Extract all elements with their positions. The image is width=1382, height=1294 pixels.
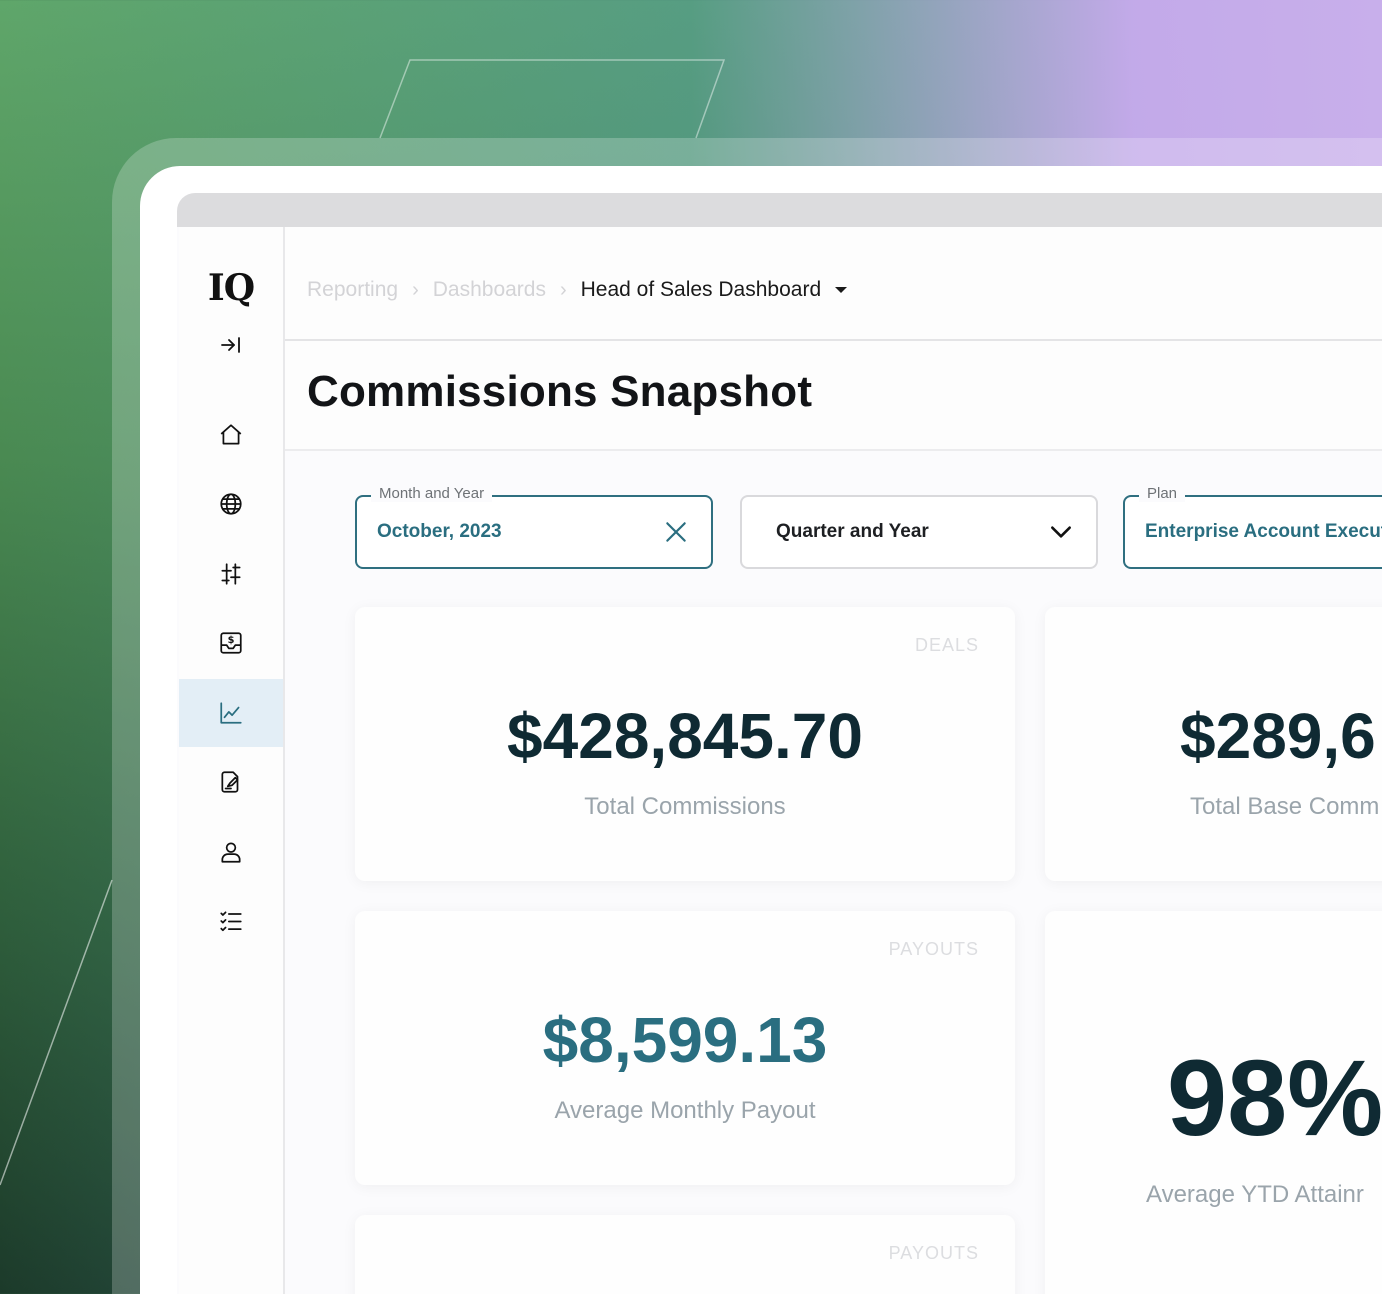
payouts-card: PAYOUTS	[355, 1215, 1015, 1294]
home-icon	[220, 424, 242, 445]
month-year-filter[interactable]: Month and Year October, 2023	[355, 485, 713, 569]
card-tag: PAYOUTS	[888, 939, 979, 959]
page-header: Commissions Snapshot	[285, 341, 1382, 451]
user-icon	[221, 842, 241, 863]
quarter-year-placeholder: Quarter and Year	[776, 521, 929, 542]
total-commissions-label: Total Commissions	[584, 793, 786, 820]
month-year-filter-label: Month and Year	[371, 485, 493, 502]
app-logo[interactable]: IQ	[179, 267, 283, 309]
sidebar-item-tasks[interactable]	[179, 887, 283, 955]
sidebar-item-people[interactable]	[179, 818, 283, 886]
average-ytd-attainment-card: 98% Average YTD Attainr	[1045, 911, 1382, 1294]
plan-filter-value: Enterprise Account Executi	[1145, 521, 1382, 542]
sidebar-item-adjust[interactable]	[179, 540, 283, 608]
app-window: IQ $ Reporting › Dashboards › Head of Sa…	[177, 193, 1382, 1294]
average-monthly-payout-value: $8,599.13	[542, 1004, 828, 1076]
total-commissions-value: $428,845.70	[507, 700, 863, 772]
card-tag: DEALS	[914, 635, 979, 655]
sidebar-item-home[interactable]	[179, 401, 283, 469]
breadcrumb-item-dashboards[interactable]: Dashboards	[433, 278, 546, 302]
total-base-commissions-card: $289,6 Total Base Comm	[1045, 607, 1382, 881]
average-ytd-attainment-label: Average YTD Attainr	[1146, 1181, 1364, 1208]
sidebar-item-payments[interactable]: $	[179, 609, 283, 677]
window-title-bar	[177, 193, 1382, 227]
sidebar: IQ $	[179, 227, 285, 1294]
average-monthly-payout-card: PAYOUTS $8,599.13 Average Monthly Payout	[355, 911, 1015, 1185]
quarter-year-select[interactable]: Quarter and Year	[740, 495, 1098, 569]
plan-filter[interactable]: Plan Enterprise Account Executi	[1123, 485, 1382, 569]
close-icon[interactable]	[663, 519, 689, 545]
average-ytd-attainment-value: 98%	[1167, 1037, 1382, 1158]
breadcrumb: Reporting › Dashboards › Head of Sales D…	[307, 278, 848, 302]
sidebar-item-globe[interactable]	[179, 470, 283, 538]
total-base-commissions-value: $289,6	[1180, 700, 1376, 772]
checklist-icon	[220, 911, 242, 932]
breadcrumb-item-reporting[interactable]: Reporting	[307, 278, 398, 302]
total-base-commissions-label: Total Base Comm	[1190, 793, 1380, 820]
edit-document-icon	[221, 771, 239, 793]
svg-text:$: $	[228, 635, 235, 646]
sidebar-item-reporting[interactable]	[179, 679, 283, 747]
plan-filter-label: Plan	[1139, 485, 1186, 502]
globe-icon	[220, 493, 242, 515]
caret-down-icon[interactable]	[835, 287, 848, 293]
breadcrumb-current-dashboard[interactable]: Head of Sales Dashboard	[581, 278, 822, 302]
chevron-down-icon	[1051, 526, 1071, 538]
breadcrumb-bar: Reporting › Dashboards › Head of Sales D…	[285, 227, 1382, 341]
chevron-right-icon: ›	[412, 278, 419, 301]
main-content: Reporting › Dashboards › Head of Sales D…	[285, 227, 1382, 1294]
sidebar-item-documents[interactable]	[179, 748, 283, 816]
total-commissions-card: DEALS $428,845.70 Total Commissions	[355, 607, 1015, 881]
month-year-filter-value: October, 2023	[377, 521, 502, 542]
sliders-icon	[221, 563, 241, 585]
card-tag: PAYOUTS	[888, 1243, 979, 1263]
line-chart-icon	[220, 702, 242, 724]
dollar-inbox-icon: $	[220, 632, 242, 654]
expand-sidebar-icon[interactable]	[219, 333, 243, 357]
page-title: Commissions Snapshot	[307, 367, 813, 416]
average-monthly-payout-label: Average Monthly Payout	[554, 1097, 816, 1124]
chevron-right-icon: ›	[559, 278, 567, 301]
